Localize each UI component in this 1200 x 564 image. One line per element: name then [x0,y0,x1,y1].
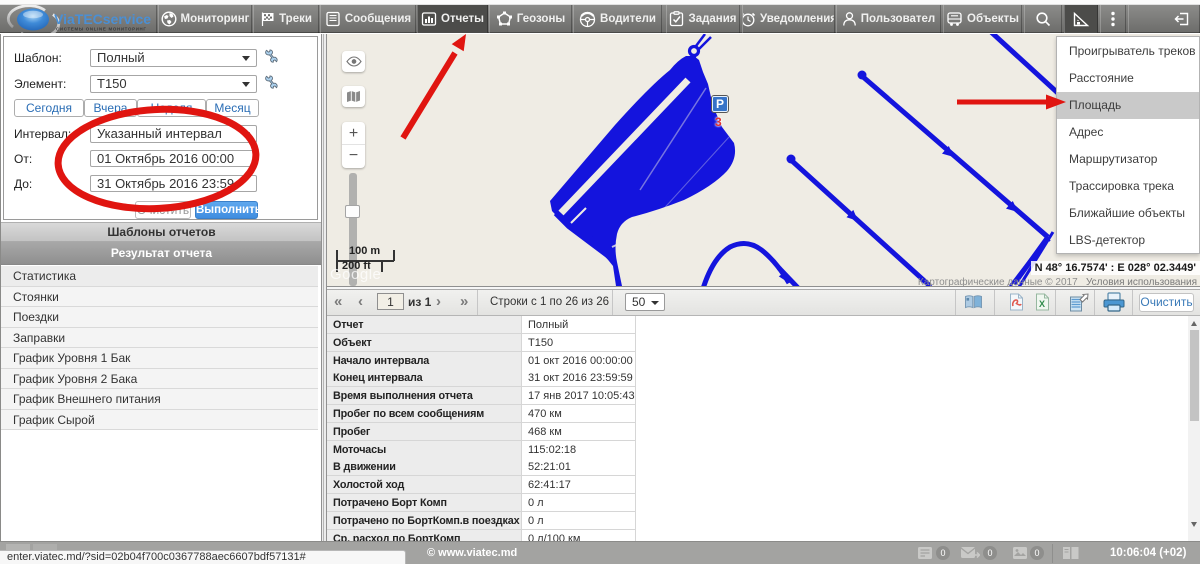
svg-text:X: X [1039,299,1045,309]
svg-text:ViaTECservice: ViaTECservice [54,11,151,27]
svg-text:СИСТЕМЫ ONLINE МОНИТОРИНГ: СИСТЕМЫ ONLINE МОНИТОРИНГ [56,27,147,32]
